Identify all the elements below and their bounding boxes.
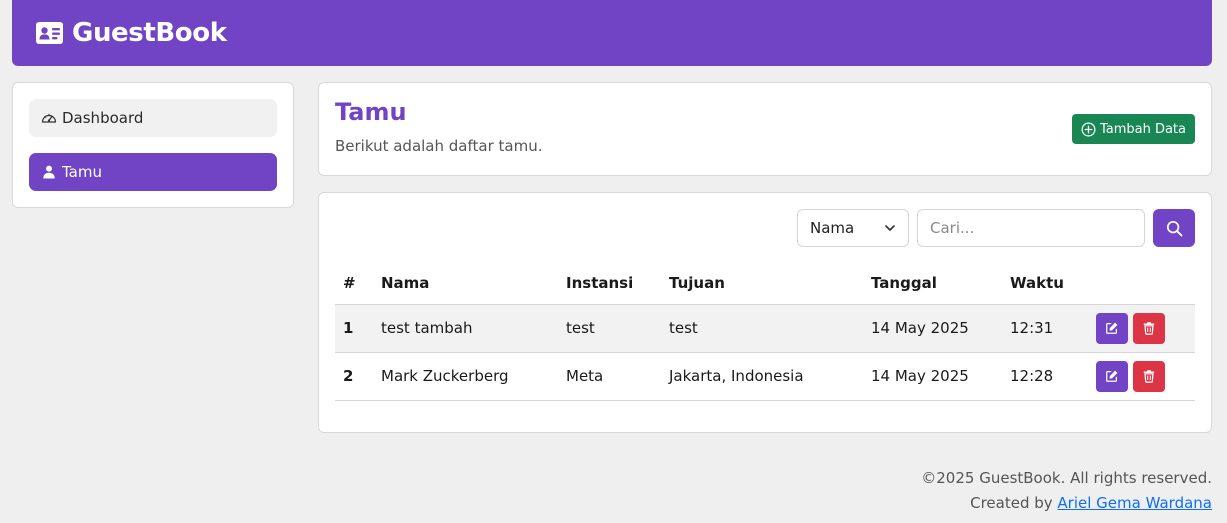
- search-icon: [1166, 220, 1182, 236]
- add-data-button[interactable]: Tambah Data: [1071, 114, 1195, 144]
- page-subtitle: Berikut adalah daftar tamu.: [335, 137, 543, 155]
- edit-button[interactable]: [1096, 360, 1128, 392]
- search-field-select[interactable]: Nama: [797, 209, 909, 247]
- brand[interactable]: GuestBook: [35, 18, 227, 48]
- column-header-nama: Nama: [373, 263, 558, 305]
- table-row: 2 Mark Zuckerberg Meta Jakarta, Indonesi…: [335, 352, 1195, 401]
- chevron-down-icon: [885, 225, 895, 231]
- cell-nama: Mark Zuckerberg: [373, 352, 558, 401]
- plus-circle-icon: [1081, 122, 1096, 136]
- brand-title: GuestBook: [72, 18, 227, 48]
- gauge-icon: [41, 113, 57, 123]
- edit-button[interactable]: [1096, 312, 1128, 344]
- edit-icon: [1106, 370, 1118, 382]
- sidebar-item-label: Tamu: [62, 163, 102, 181]
- table-header-row: # Nama Instansi Tujuan Tanggal Waktu: [335, 263, 1195, 305]
- guest-table: # Nama Instansi Tujuan Tanggal Waktu 1 t…: [335, 263, 1195, 401]
- cell-waktu: 12:28: [1002, 352, 1088, 401]
- page-header-card: Tamu Berikut adalah daftar tamu. Tambah …: [318, 82, 1212, 176]
- copyright-text: ©2025 GuestBook. All rights reserved.: [921, 469, 1212, 487]
- delete-button[interactable]: [1133, 312, 1165, 344]
- person-icon: [43, 165, 55, 179]
- delete-button[interactable]: [1133, 360, 1165, 392]
- cell-actions: [1088, 304, 1195, 353]
- cell-tanggal: 14 May 2025: [863, 352, 1002, 401]
- column-header-tujuan: Tujuan: [661, 263, 863, 305]
- cell-tujuan: Jakarta, Indonesia: [661, 352, 863, 401]
- sidebar-item-tamu[interactable]: Tamu: [29, 153, 277, 191]
- search-button[interactable]: [1153, 209, 1195, 247]
- footer: ©2025 GuestBook. All rights reserved. Cr…: [921, 466, 1212, 516]
- cell-actions: [1088, 352, 1195, 401]
- trash-icon: [1143, 322, 1155, 335]
- cell-no: 2: [335, 352, 373, 401]
- cell-instansi: test: [558, 304, 661, 353]
- add-data-label: Tambah Data: [1099, 121, 1186, 137]
- cell-tanggal: 14 May 2025: [863, 304, 1002, 353]
- search-input[interactable]: [917, 209, 1145, 247]
- app-header: GuestBook: [12, 0, 1212, 66]
- sidebar: Dashboard Tamu: [12, 82, 294, 208]
- column-header-waktu: Waktu: [1002, 263, 1088, 305]
- column-header-instansi: Instansi: [558, 263, 661, 305]
- column-header-no: #: [335, 263, 373, 305]
- cell-no: 1: [335, 304, 373, 353]
- cell-tujuan: test: [661, 304, 863, 353]
- cell-instansi: Meta: [558, 352, 661, 401]
- author-link[interactable]: Ariel Gema Wardana: [1057, 494, 1212, 512]
- search-field-value: Nama: [810, 219, 855, 237]
- edit-icon: [1106, 322, 1118, 334]
- column-header-tanggal: Tanggal: [863, 263, 1002, 305]
- id-card-icon: [36, 22, 63, 44]
- credit-line: Created by Ariel Gema Wardana: [921, 491, 1212, 516]
- search-bar: Nama: [797, 209, 1195, 247]
- credit-prefix: Created by: [970, 494, 1058, 512]
- page-title: Tamu: [335, 98, 407, 126]
- trash-icon: [1143, 370, 1155, 383]
- guest-table-card: Nama # Nama Instansi Tujuan Tanggal Wakt…: [318, 192, 1212, 433]
- sidebar-item-label: Dashboard: [62, 109, 144, 127]
- cell-nama: test tambah: [373, 304, 558, 353]
- cell-waktu: 12:31: [1002, 304, 1088, 353]
- table-row: 1 test tambah test test 14 May 2025 12:3…: [335, 304, 1195, 353]
- sidebar-item-dashboard[interactable]: Dashboard: [29, 99, 277, 137]
- column-header-actions: [1088, 263, 1195, 305]
